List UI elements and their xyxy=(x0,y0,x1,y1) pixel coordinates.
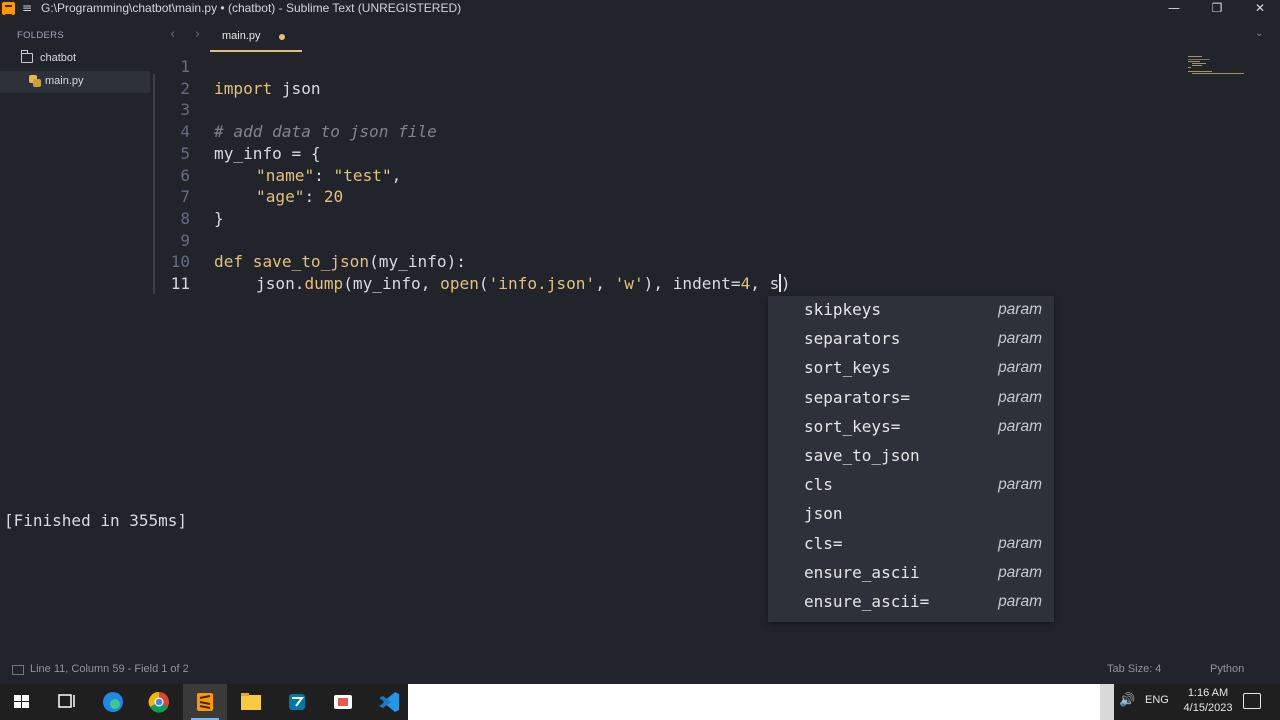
code-line-6: "name": "test", xyxy=(256,165,402,185)
sidebar-item-main-py[interactable]: main.py xyxy=(0,71,150,93)
clock-time: 1:16 AM xyxy=(1187,687,1229,699)
line-number: 2 xyxy=(180,78,190,98)
line-number-active: 11 xyxy=(170,274,190,293)
line-number: 3 xyxy=(180,100,190,120)
sublime-app-icon xyxy=(2,2,15,16)
python-taskbar-button[interactable] xyxy=(275,684,319,720)
chrome-taskbar-button[interactable] xyxy=(137,684,181,720)
notification-icon[interactable] xyxy=(1243,693,1261,709)
start-button[interactable] xyxy=(0,684,44,720)
minimap[interactable] xyxy=(1188,56,1244,76)
autocomplete-item[interactable]: separators param xyxy=(768,325,1054,354)
line-number: 8 xyxy=(180,208,190,228)
autocomplete-item[interactable]: sort_keys= param xyxy=(768,413,1054,442)
panel-toggle-icon[interactable] xyxy=(12,665,24,675)
windows-icon xyxy=(14,695,29,708)
taskbar-blank-region xyxy=(408,684,1114,720)
line-number: 10 xyxy=(170,252,190,272)
status-bar: Line 11, Column 59 - Field 1 of 2 Tab Si… xyxy=(0,660,1280,684)
sublime-icon xyxy=(197,693,213,711)
edge-taskbar-button[interactable] xyxy=(91,684,135,720)
code-line-10: def save_to_json(my_info): xyxy=(214,252,466,272)
sublime-taskbar-button[interactable] xyxy=(183,684,227,720)
line-number: 1 xyxy=(180,57,190,76)
app-icon xyxy=(334,695,352,709)
folders-heading: FOLDERS xyxy=(17,30,64,41)
code-line-8: } xyxy=(214,208,224,228)
tab-list-dropdown-icon[interactable]: ⌄ xyxy=(1255,28,1263,39)
vscode-icon xyxy=(379,692,399,712)
autocomplete-item[interactable]: skipkeys param xyxy=(768,296,1054,325)
clock-date: 4/15/2023 xyxy=(1183,702,1233,714)
window-title: G:\Programming\chatbot\main.py • (chatbo… xyxy=(41,1,462,15)
build-output: [Finished in 355ms] xyxy=(4,511,188,530)
task-view-button[interactable] xyxy=(44,684,88,720)
code-line-5: my_info = { xyxy=(214,143,321,163)
app-taskbar-button[interactable] xyxy=(321,684,365,720)
line-number: 7 xyxy=(180,187,190,207)
autocomplete-item[interactable]: ensure_ascii= param xyxy=(768,588,1054,617)
line-number: 5 xyxy=(180,143,190,163)
edge-icon xyxy=(103,692,123,712)
code-line-4: # add data to json file xyxy=(214,122,437,142)
autocomplete-popup[interactable]: skipkeys param separators param sort_keys p… xyxy=(768,296,1054,622)
sidebar: FOLDERS chatbot main.py xyxy=(0,18,152,660)
folder-icon xyxy=(21,50,33,63)
tab-bar: ‹ › main.py ⌄ xyxy=(152,18,1280,54)
clock[interactable]: 1:16 AM 4/15/2023 xyxy=(1178,686,1238,716)
sidebar-item-chatbot-folder[interactable]: chatbot xyxy=(0,48,150,70)
taskbar-scrollbar[interactable] xyxy=(1100,684,1114,720)
forward-arrow-icon[interactable]: › xyxy=(195,27,200,42)
autocomplete-item[interactable]: cls= param xyxy=(768,530,1054,559)
autocomplete-item[interactable]: save_to_json xyxy=(768,442,1054,471)
windows-taskbar: 🔊 ENG 1:16 AM 4/15/2023 xyxy=(0,684,1280,720)
python-icon xyxy=(289,694,305,710)
folder-icon xyxy=(241,693,261,710)
folder-label: chatbot xyxy=(40,52,77,64)
back-arrow-icon[interactable]: ‹ xyxy=(170,27,175,42)
line-number: 6 xyxy=(180,165,190,185)
restore-button[interactable]: ❐ xyxy=(1195,0,1239,18)
chrome-icon xyxy=(148,691,169,713)
file-label: main.py xyxy=(45,75,84,87)
language-indicator[interactable]: ENG xyxy=(1145,694,1169,706)
syntax-selector[interactable]: Python xyxy=(1210,663,1244,675)
vscode-taskbar-button[interactable] xyxy=(367,684,411,720)
menu-icon[interactable]: ≡ xyxy=(22,1,32,15)
cursor-position: Line 11, Column 59 - Field 1 of 2 xyxy=(30,663,189,675)
autocomplete-item[interactable]: separators= param xyxy=(768,384,1054,413)
line-number: 4 xyxy=(180,122,190,142)
tab-size-selector[interactable]: Tab Size: 4 xyxy=(1107,663,1161,675)
line-number: 9 xyxy=(180,230,190,250)
title-bar: ≡ G:\Programming\chatbot\main.py • (chat… xyxy=(0,0,1280,18)
speaker-icon[interactable]: 🔊 xyxy=(1119,693,1135,708)
code-line-7: "age": 20 xyxy=(256,187,344,207)
autocomplete-item[interactable]: cls param xyxy=(768,471,1054,500)
tab-label: main.py xyxy=(222,30,261,42)
python-file-icon xyxy=(29,75,41,87)
file-explorer-taskbar-button[interactable] xyxy=(229,684,273,720)
close-button[interactable]: ✕ xyxy=(1238,0,1280,18)
tab-main-py[interactable]: main.py xyxy=(210,18,302,52)
autocomplete-item[interactable]: json xyxy=(768,500,1054,529)
code-line-2: import json xyxy=(214,78,321,98)
autocomplete-item[interactable]: ensure_ascii param xyxy=(768,559,1054,588)
code-line-11: json.dump(my_info, open('info.json', 'w'… xyxy=(256,274,791,293)
code-editor[interactable]: 1 2 3 4 5 6 7 8 9 10 11 import json # ad… xyxy=(152,54,1280,660)
unsaved-dot-icon[interactable] xyxy=(279,34,285,40)
task-view-icon xyxy=(58,694,75,708)
autocomplete-item[interactable]: sort_keys param xyxy=(768,354,1054,383)
minimize-button[interactable]: — xyxy=(1152,0,1196,18)
